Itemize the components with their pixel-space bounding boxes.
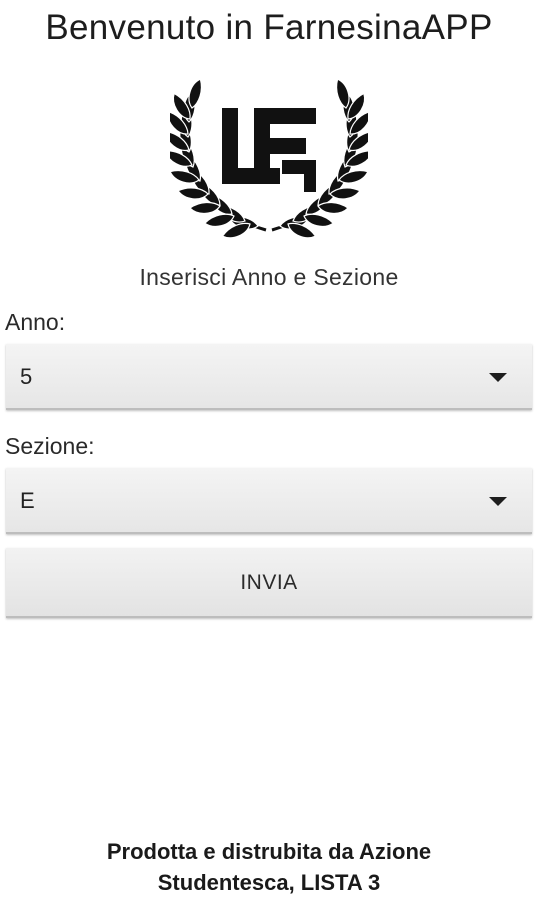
form-instruction: Inserisci Anno e Sezione — [139, 264, 399, 290]
anno-select[interactable]: 5 — [6, 344, 532, 410]
invia-button[interactable]: INVIA — [6, 548, 532, 618]
sezione-select[interactable]: E — [6, 468, 532, 534]
anno-label: Anno: — [5, 309, 66, 335]
app-title: Benvenuto in FarnesinaAPP — [45, 8, 493, 47]
dropdown-caret-icon — [489, 497, 507, 506]
anno-select-value: 5 — [20, 364, 33, 389]
footer-line-1: Prodotta e distrubita da Azione — [106, 839, 432, 864]
laurel-wreath-lf-logo-icon — [161, 64, 377, 242]
footer-credits: Prodotta e distrubita da Azione Studente… — [0, 836, 538, 898]
sezione-label: Sezione: — [5, 433, 95, 459]
dropdown-caret-icon — [489, 373, 507, 382]
footer-line-2: Studentesca, LISTA 3 — [157, 870, 381, 895]
sezione-select-value: E — [20, 488, 35, 513]
